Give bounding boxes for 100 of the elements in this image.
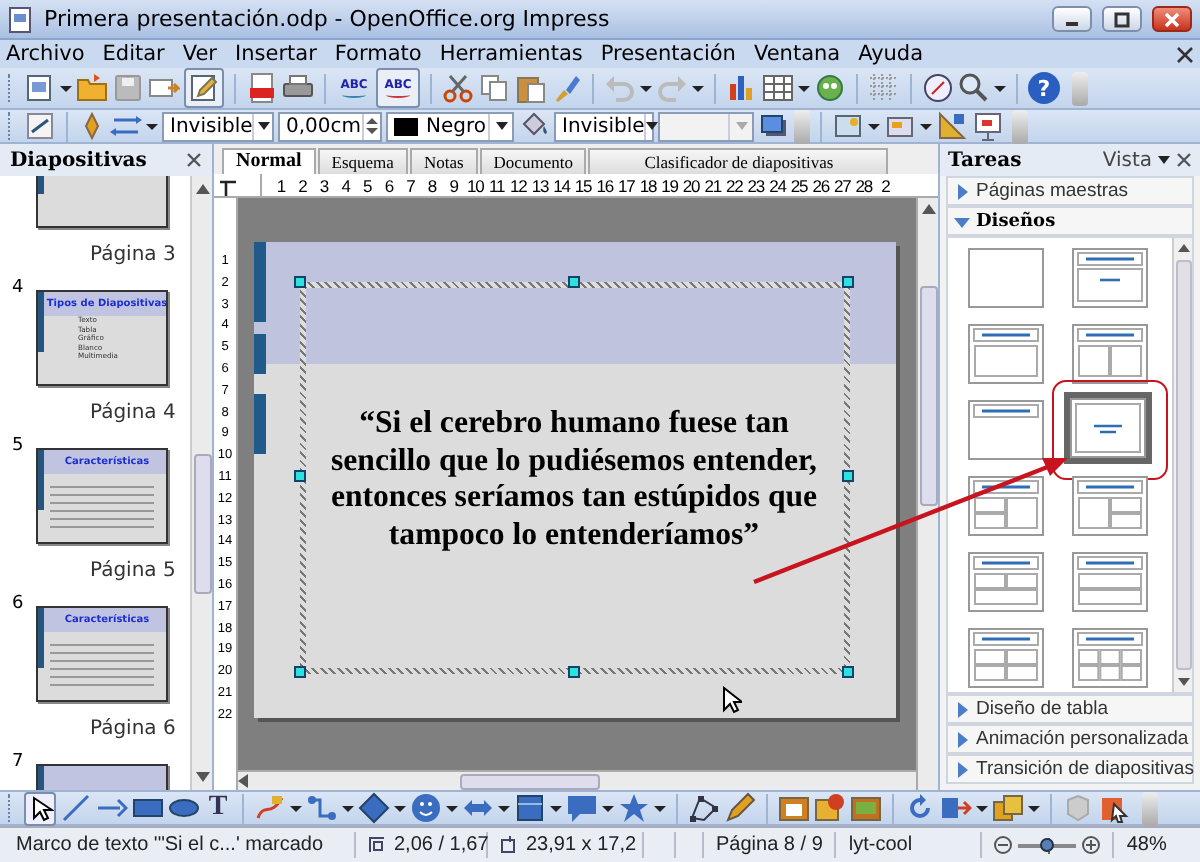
- menu-item[interactable]: Herramientas: [439, 42, 583, 66]
- ruler-triangle-icon[interactable]: [936, 110, 968, 142]
- area-style-dropdown[interactable]: Invisible: [554, 111, 654, 141]
- selection-handle[interactable]: [567, 666, 579, 678]
- table-icon[interactable]: [762, 72, 794, 104]
- dropdown-arrow-icon[interactable]: [1158, 154, 1170, 166]
- pdf-icon[interactable]: [246, 72, 278, 104]
- menu-item[interactable]: Ayuda: [858, 42, 924, 66]
- callout-shape-icon[interactable]: [566, 792, 598, 824]
- arrange-icon[interactable]: [992, 792, 1024, 824]
- maximize-icon[interactable]: [1114, 11, 1130, 27]
- zoom-icon[interactable]: [958, 72, 990, 104]
- layout-option[interactable]: [968, 476, 1044, 536]
- insert-image-icon[interactable]: [832, 110, 864, 142]
- text-tool-button[interactable]: T: [204, 792, 232, 824]
- menu-item[interactable]: Ver: [182, 42, 218, 66]
- paintbrush-icon[interactable]: [550, 72, 582, 104]
- view-tab[interactable]: Notas: [409, 148, 478, 174]
- scrollbar-thumb[interactable]: [460, 773, 600, 789]
- select-tool-button[interactable]: [24, 791, 56, 825]
- gallery-icon[interactable]: [814, 72, 846, 104]
- picture-icon[interactable]: [850, 792, 882, 824]
- layout-option[interactable]: [1052, 380, 1168, 480]
- scrollbar-thumb[interactable]: [919, 286, 937, 506]
- scroll-up-icon[interactable]: [1177, 244, 1189, 252]
- slide-canvas[interactable]: “Si el cerebro humano fuese tan sencillo que lo pudiésemos entender, entonces seríamos tan estúpidos que tampoco lo entenderíamos”: [253, 242, 895, 718]
- scissors-icon[interactable]: [442, 72, 474, 104]
- bar-chart-icon[interactable]: [726, 72, 758, 104]
- view-tab[interactable]: Esquema: [317, 148, 408, 174]
- view-tab[interactable]: Documento: [479, 148, 587, 174]
- layout-option[interactable]: [1072, 552, 1148, 612]
- layout-option[interactable]: [968, 400, 1044, 460]
- interaction-icon[interactable]: [1098, 792, 1130, 824]
- close-icon[interactable]: [1176, 45, 1194, 63]
- view-tab[interactable]: Normal: [222, 148, 316, 174]
- scroll-up-icon[interactable]: [921, 204, 935, 214]
- scroll-down-icon[interactable]: [1177, 678, 1189, 686]
- layout-option[interactable]: [1072, 476, 1148, 536]
- line-width-spinner[interactable]: 0,00cm: [278, 111, 382, 141]
- menu-item[interactable]: Formato: [334, 42, 422, 66]
- gallery-picture-icon[interactable]: [814, 792, 846, 824]
- new-document-icon[interactable]: [24, 72, 56, 104]
- star-shape-icon[interactable]: [618, 792, 650, 824]
- shadow-icon[interactable]: [758, 110, 790, 142]
- line-style-icon[interactable]: [24, 110, 56, 142]
- ruler-number: 5: [361, 175, 374, 195]
- minimize-button[interactable]: [1052, 6, 1092, 32]
- close-icon[interactable]: [1176, 152, 1192, 168]
- curve-tool-icon[interactable]: [254, 792, 286, 824]
- image-frame-icon[interactable]: [778, 792, 810, 824]
- scrollbar-thumb[interactable]: [193, 454, 211, 594]
- selection-handle[interactable]: [841, 470, 853, 482]
- close-button[interactable]: [1152, 6, 1192, 32]
- zoom-in-icon[interactable]: [1082, 836, 1101, 854]
- edit-file-button[interactable]: [184, 68, 224, 108]
- line-style-dropdown[interactable]: Invisible: [162, 111, 274, 141]
- panel-section-header[interactable]: Diseños: [946, 206, 1194, 236]
- layout-option[interactable]: [1072, 628, 1148, 688]
- layout-option[interactable]: [968, 628, 1044, 688]
- view-tab[interactable]: Clasificador de diapositivas: [588, 148, 889, 174]
- align-icon[interactable]: [940, 792, 972, 824]
- layout-option[interactable]: [968, 324, 1044, 384]
- scroll-up-icon[interactable]: [195, 184, 209, 194]
- rotate-icon[interactable]: [904, 792, 936, 824]
- menu-item[interactable]: Ventana: [753, 42, 841, 66]
- menu-item[interactable]: Editar: [102, 42, 165, 66]
- copy-icon[interactable]: [478, 72, 510, 104]
- panel-section-header[interactable]: Animación personalizada: [946, 724, 1194, 754]
- layout-option[interactable]: [1072, 324, 1148, 384]
- view-menu-button[interactable]: Vista: [1102, 149, 1152, 171]
- layout-option[interactable]: [968, 552, 1044, 612]
- panel-section-header[interactable]: Diseño de tabla: [946, 694, 1194, 724]
- maximize-button[interactable]: [1102, 6, 1142, 32]
- selection-handle[interactable]: [841, 666, 853, 678]
- zoom-slider-thumb[interactable]: [1040, 837, 1055, 851]
- edit-points-icon[interactable]: [688, 792, 720, 824]
- layout-option[interactable]: [968, 248, 1044, 308]
- line-color-dropdown[interactable]: Negro: [386, 111, 514, 141]
- panel-section-header[interactable]: Páginas maestras: [946, 176, 1194, 206]
- navigator-icon[interactable]: [922, 72, 954, 104]
- line-tool-icon[interactable]: [60, 792, 92, 824]
- zoom-out-icon[interactable]: [994, 836, 1013, 854]
- layout-option[interactable]: [1072, 248, 1148, 308]
- selection-handle[interactable]: [293, 470, 305, 482]
- help-button[interactable]: ?: [1028, 72, 1060, 104]
- scrollbar-thumb[interactable]: [1175, 260, 1191, 670]
- arrow-style-icon[interactable]: [110, 110, 142, 142]
- presentation-icon[interactable]: [972, 110, 1004, 142]
- scroll-down-icon[interactable]: [195, 772, 209, 782]
- close-icon[interactable]: [186, 152, 202, 168]
- flowchart-shape-icon[interactable]: [514, 792, 546, 824]
- panel-section-header[interactable]: Transición de diapositivas: [946, 754, 1194, 784]
- smiley-shape-icon[interactable]: [410, 792, 442, 824]
- menu-item[interactable]: Presentación: [600, 42, 736, 66]
- paste-icon[interactable]: [514, 72, 546, 104]
- menu-item[interactable]: Insertar: [235, 42, 317, 66]
- selection-handle[interactable]: [293, 666, 305, 678]
- connector-tool-icon[interactable]: [306, 792, 338, 824]
- tab-stop-icon[interactable]: [218, 175, 238, 195]
- menu-item[interactable]: Archivo: [6, 42, 85, 66]
